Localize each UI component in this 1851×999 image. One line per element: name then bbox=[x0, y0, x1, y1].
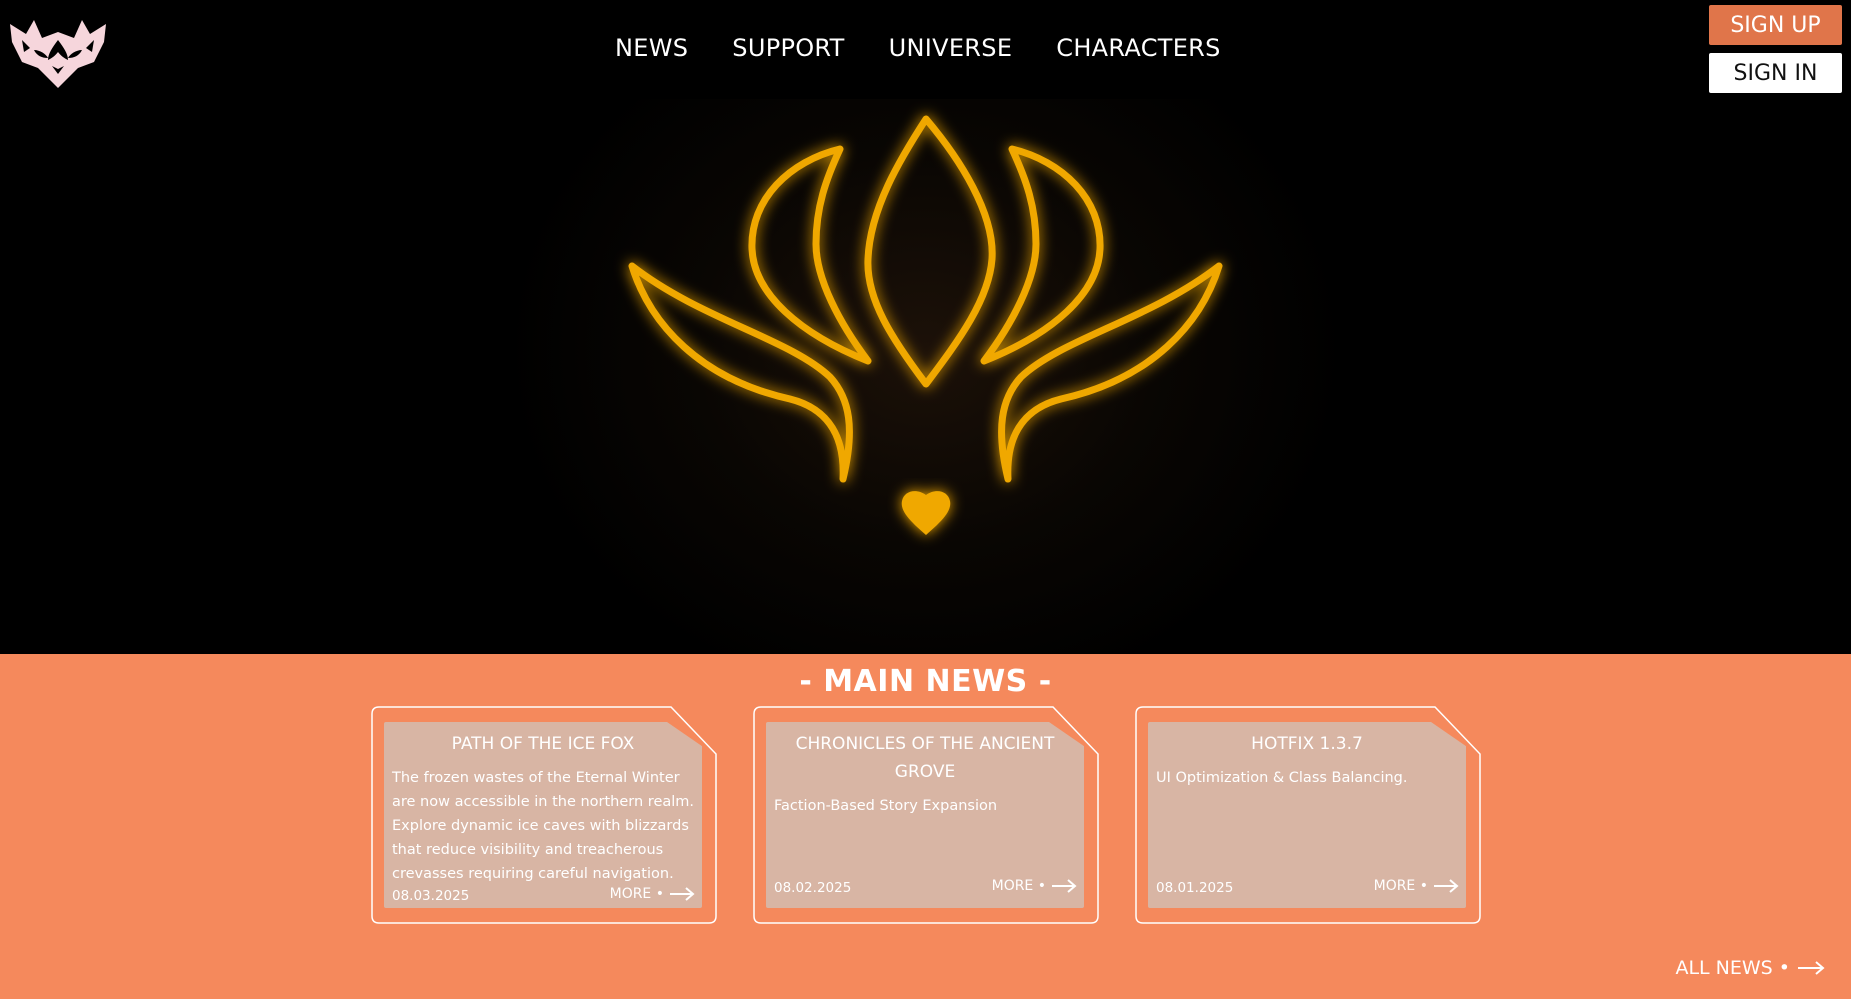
news-card[interactable]: CHRONICLES OF THE ANCIENT GROVE Faction-… bbox=[753, 706, 1099, 924]
card-date: 08.03.2025 bbox=[392, 888, 470, 904]
card-more-link[interactable]: MORE • bbox=[992, 878, 1077, 894]
card-more-link[interactable]: MORE • bbox=[1374, 878, 1459, 894]
hero-banner bbox=[0, 99, 1851, 654]
auth-buttons: SIGN UP SIGN IN bbox=[1709, 5, 1842, 93]
card-more-link[interactable]: MORE • bbox=[610, 886, 695, 902]
more-label: MORE • bbox=[609, 886, 664, 902]
more-label: MORE • bbox=[1373, 878, 1428, 894]
card-body: PATH OF THE ICE FOX The frozen wastes of… bbox=[384, 722, 702, 908]
more-label: MORE • bbox=[991, 878, 1046, 894]
all-news-label: ALL NEWS • bbox=[1675, 957, 1790, 979]
news-card[interactable]: HOTFIX 1.3.7 UI Optimization & Class Bal… bbox=[1135, 706, 1481, 924]
main-nav: NEWS SUPPORT UNIVERSE CHARACTERS bbox=[615, 34, 1221, 62]
fox-logo-icon[interactable] bbox=[8, 10, 108, 90]
nav-universe[interactable]: UNIVERSE bbox=[889, 34, 1013, 62]
nav-characters[interactable]: CHARACTERS bbox=[1056, 34, 1220, 62]
sign-up-button[interactable]: SIGN UP bbox=[1709, 5, 1842, 45]
news-card[interactable]: PATH OF THE ICE FOX The frozen wastes of… bbox=[371, 706, 717, 924]
card-date: 08.02.2025 bbox=[774, 880, 852, 896]
card-body: HOTFIX 1.3.7 UI Optimization & Class Bal… bbox=[1148, 722, 1466, 908]
card-description: The frozen wastes of the Eternal Winter … bbox=[392, 770, 695, 882]
card-title: CHRONICLES OF THE ANCIENT GROVE bbox=[795, 734, 1055, 782]
section-title: - MAIN NEWS - bbox=[799, 664, 1052, 699]
main-news-section: - MAIN NEWS - PATH OF THE ICE FOX The fr… bbox=[0, 654, 1851, 999]
sign-in-button[interactable]: SIGN IN bbox=[1709, 53, 1842, 93]
emblem-icon bbox=[628, 115, 1223, 535]
card-description: Faction-Based Story Expansion bbox=[774, 798, 998, 814]
card-description: UI Optimization & Class Balancing. bbox=[1156, 770, 1408, 786]
page: NEWS SUPPORT UNIVERSE CHARACTERS SIGN UP… bbox=[0, 0, 1851, 999]
header: NEWS SUPPORT UNIVERSE CHARACTERS SIGN UP… bbox=[0, 0, 1851, 99]
arrow-right-icon bbox=[1052, 879, 1077, 893]
card-date: 08.01.2025 bbox=[1156, 880, 1234, 896]
all-news-link[interactable]: ALL NEWS • bbox=[1675, 957, 1825, 979]
arrow-right-icon bbox=[1434, 879, 1459, 893]
heart-icon bbox=[901, 491, 951, 535]
nav-support[interactable]: SUPPORT bbox=[732, 34, 844, 62]
arrow-right-icon bbox=[670, 887, 695, 901]
card-body: CHRONICLES OF THE ANCIENT GROVE Faction-… bbox=[766, 722, 1084, 908]
nav-news[interactable]: NEWS bbox=[615, 34, 688, 62]
arrow-right-icon bbox=[1798, 961, 1825, 975]
card-title: PATH OF THE ICE FOX bbox=[451, 734, 635, 754]
card-title: HOTFIX 1.3.7 bbox=[1251, 734, 1363, 754]
